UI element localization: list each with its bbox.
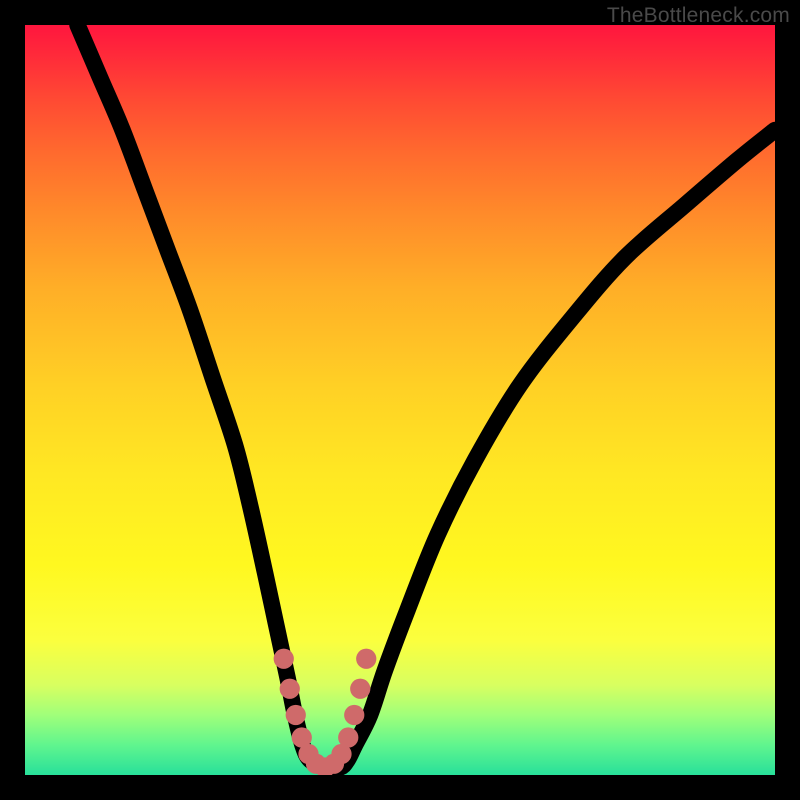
trough-dot bbox=[350, 679, 370, 699]
trough-dot bbox=[274, 649, 294, 669]
trough-dot bbox=[286, 705, 306, 725]
trough-dots bbox=[274, 649, 377, 775]
trough-dot bbox=[280, 679, 300, 699]
chart-frame: TheBottleneck.com bbox=[0, 0, 800, 800]
trough-dot bbox=[338, 727, 358, 747]
attribution-label: TheBottleneck.com bbox=[607, 4, 790, 28]
dots-layer bbox=[25, 25, 775, 775]
trough-dot bbox=[356, 649, 376, 669]
plot-area bbox=[25, 25, 775, 775]
trough-dot bbox=[344, 705, 364, 725]
